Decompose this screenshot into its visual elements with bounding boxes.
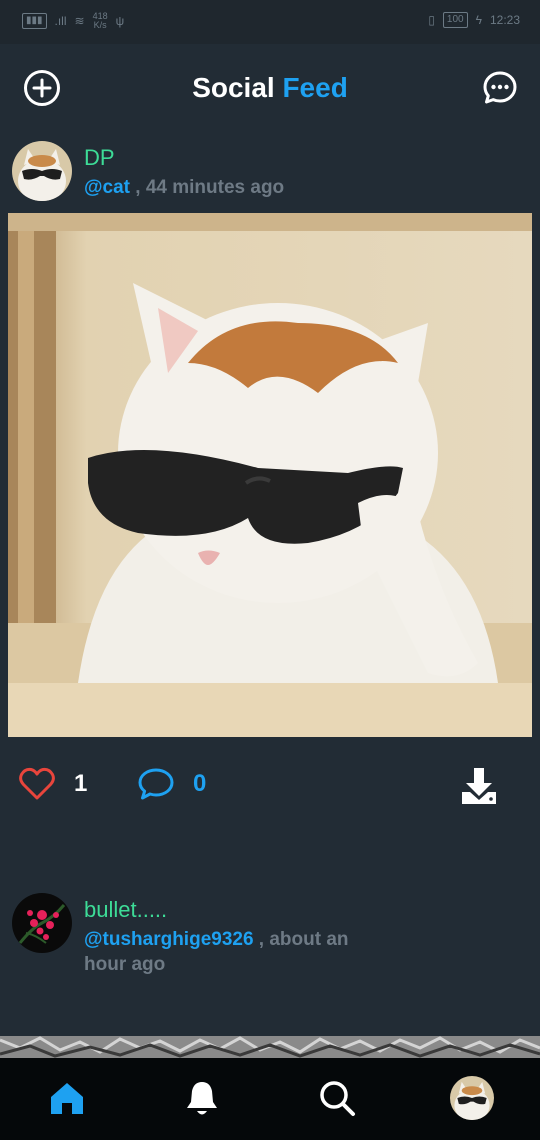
wifi-icon: ≋ bbox=[74, 14, 85, 28]
charging-icon: ϟ bbox=[475, 13, 482, 27]
post-meta: @tusharghige9326 , about an hour ago bbox=[84, 927, 384, 977]
heart-icon bbox=[19, 767, 55, 800]
page-title: Social Feed bbox=[192, 72, 348, 103]
app-header: Social Feed bbox=[0, 44, 540, 134]
post-handle[interactable]: @tusharghige9326 bbox=[84, 929, 254, 950]
battery-level: 100 bbox=[442, 12, 468, 28]
network-indicator: ▮▮▮ bbox=[22, 13, 47, 29]
home-icon bbox=[51, 1083, 83, 1114]
avatar[interactable] bbox=[12, 141, 72, 201]
post-header: DP @cat , 44 minutes ago bbox=[12, 141, 532, 211]
avatar[interactable] bbox=[12, 893, 72, 953]
clock: 12:23 bbox=[489, 13, 520, 27]
post-meta: @cat , 44 minutes ago bbox=[84, 175, 384, 200]
bottom-navigation bbox=[0, 1058, 540, 1140]
nav-search[interactable] bbox=[315, 1076, 359, 1120]
nav-home[interactable] bbox=[45, 1076, 89, 1120]
like-count: 1 bbox=[74, 770, 88, 797]
profile-avatar bbox=[450, 1076, 494, 1120]
nav-notifications[interactable] bbox=[180, 1076, 224, 1120]
comment-button[interactable]: 0 bbox=[137, 766, 206, 802]
download-button[interactable] bbox=[460, 766, 498, 806]
usb-icon: ψ bbox=[115, 14, 125, 28]
post-username[interactable]: DP bbox=[84, 145, 115, 171]
post-header: bullet..... @tusharghige9326 , about an … bbox=[12, 893, 532, 975]
post-username[interactable]: bullet..... bbox=[84, 897, 167, 923]
network-speed: 418 K/s bbox=[92, 11, 108, 30]
post-actions: 1 0 bbox=[0, 766, 540, 810]
vibrate-icon: ▯ bbox=[428, 13, 435, 27]
post-handle[interactable]: @cat bbox=[84, 177, 130, 198]
comment-count: 0 bbox=[193, 770, 207, 797]
search-icon bbox=[320, 1081, 355, 1116]
comment-icon bbox=[138, 768, 174, 800]
post-image[interactable] bbox=[0, 1036, 540, 1058]
like-button[interactable]: 1 bbox=[18, 766, 87, 802]
messages-button[interactable] bbox=[480, 68, 520, 108]
bell-icon bbox=[187, 1082, 217, 1115]
post-time: , 44 minutes ago bbox=[130, 177, 285, 198]
nav-profile[interactable] bbox=[450, 1076, 494, 1120]
post-image[interactable] bbox=[8, 213, 532, 737]
status-bar: ▮▮▮ .ıll ≋ 418 K/s ψ ▯ 100 ϟ 12:23 bbox=[0, 0, 540, 44]
signal-icon: .ıll bbox=[54, 14, 67, 28]
download-icon bbox=[462, 768, 496, 804]
chat-bubble-icon bbox=[483, 71, 517, 104]
